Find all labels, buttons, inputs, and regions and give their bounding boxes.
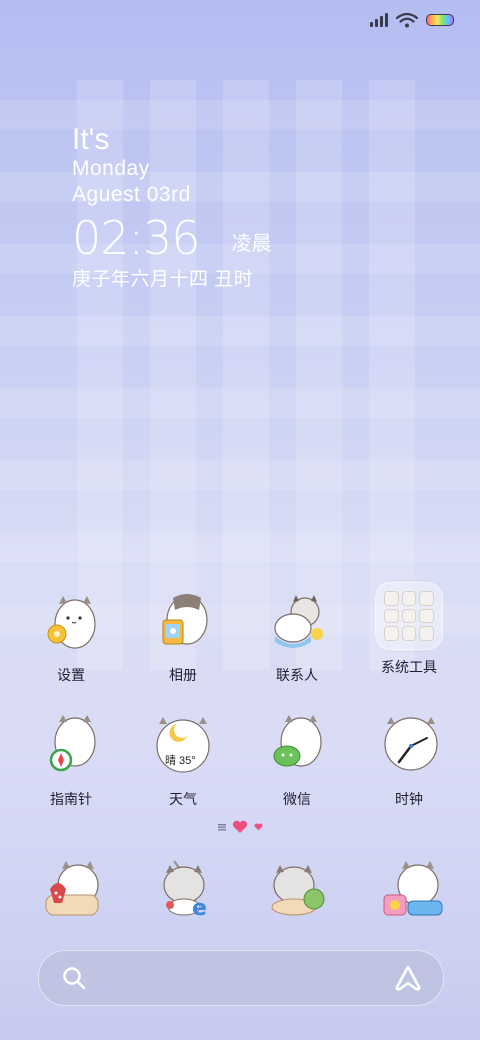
app-label: 时钟 [395, 791, 423, 807]
widget-lunar-date: 庚子年六月十四 丑时 [72, 269, 254, 290]
search-bar[interactable] [38, 950, 444, 1006]
heart-icon-active [232, 820, 247, 833]
widget-date: Aguest 03rd [72, 183, 191, 206]
app-label: 指南针 [50, 791, 92, 807]
system-tools-folder-icon [375, 582, 443, 650]
app-label: 设置 [57, 667, 85, 683]
wifi-icon [396, 12, 418, 28]
clock-widget[interactable]: It's Monday Aguest 03rd 02:36 凌晨 庚子年六月十四… [72, 124, 272, 294]
page-indicator[interactable] [0, 820, 480, 834]
dock-phone[interactable] [38, 855, 108, 925]
gallery-cat-icon [151, 590, 215, 654]
menu-lines-icon [217, 824, 226, 831]
app-label: 天气 [169, 791, 197, 807]
signal-bars-icon [370, 13, 388, 27]
widget-greeting: It's [72, 123, 110, 156]
app-gallery[interactable]: 相册 [128, 590, 238, 684]
phone-cat-icon [45, 861, 99, 916]
messages-cat-icon [271, 865, 325, 916]
dock-messages[interactable] [264, 855, 334, 925]
widget-weekday: Monday [72, 157, 150, 180]
app-label: 微信 [283, 791, 311, 807]
app-clock[interactable]: 时钟 [354, 714, 464, 808]
settings-cat-icon [39, 590, 103, 654]
browser-cat-icon: e [163, 860, 207, 921]
contacts-cat-icon [265, 590, 329, 654]
heart-icon [254, 823, 262, 831]
compass-cat-icon [39, 714, 103, 778]
app-weather[interactable]: 晴 35° 天气 [128, 714, 238, 808]
search-icon [63, 967, 86, 990]
app-compass[interactable]: 指南针 [16, 714, 126, 808]
app-contacts[interactable]: 联系人 [242, 590, 352, 684]
clock-cat-icon [377, 714, 441, 778]
assistant-icon[interactable] [393, 963, 423, 993]
widget-time: 02:36 [72, 211, 201, 265]
dock-camera[interactable] [378, 855, 448, 925]
app-wechat[interactable]: 微信 [242, 714, 352, 808]
weather-cat-icon: 晴 35° [151, 714, 215, 778]
wechat-cat-icon [265, 714, 329, 778]
app-system-tools-folder[interactable]: 系统工具 [354, 582, 464, 676]
status-bar [370, 10, 454, 30]
app-label: 系统工具 [381, 659, 437, 675]
battery-icon [426, 14, 454, 26]
weather-badge: 晴 35° [165, 755, 196, 767]
widget-period: 凌晨 [231, 232, 272, 255]
app-label: 相册 [169, 667, 197, 683]
camera-cat-icon [383, 861, 443, 916]
dock-browser[interactable]: e [150, 855, 220, 925]
app-settings[interactable]: 设置 [16, 590, 126, 684]
app-label: 联系人 [276, 667, 318, 683]
svg-text:e: e [192, 896, 207, 921]
